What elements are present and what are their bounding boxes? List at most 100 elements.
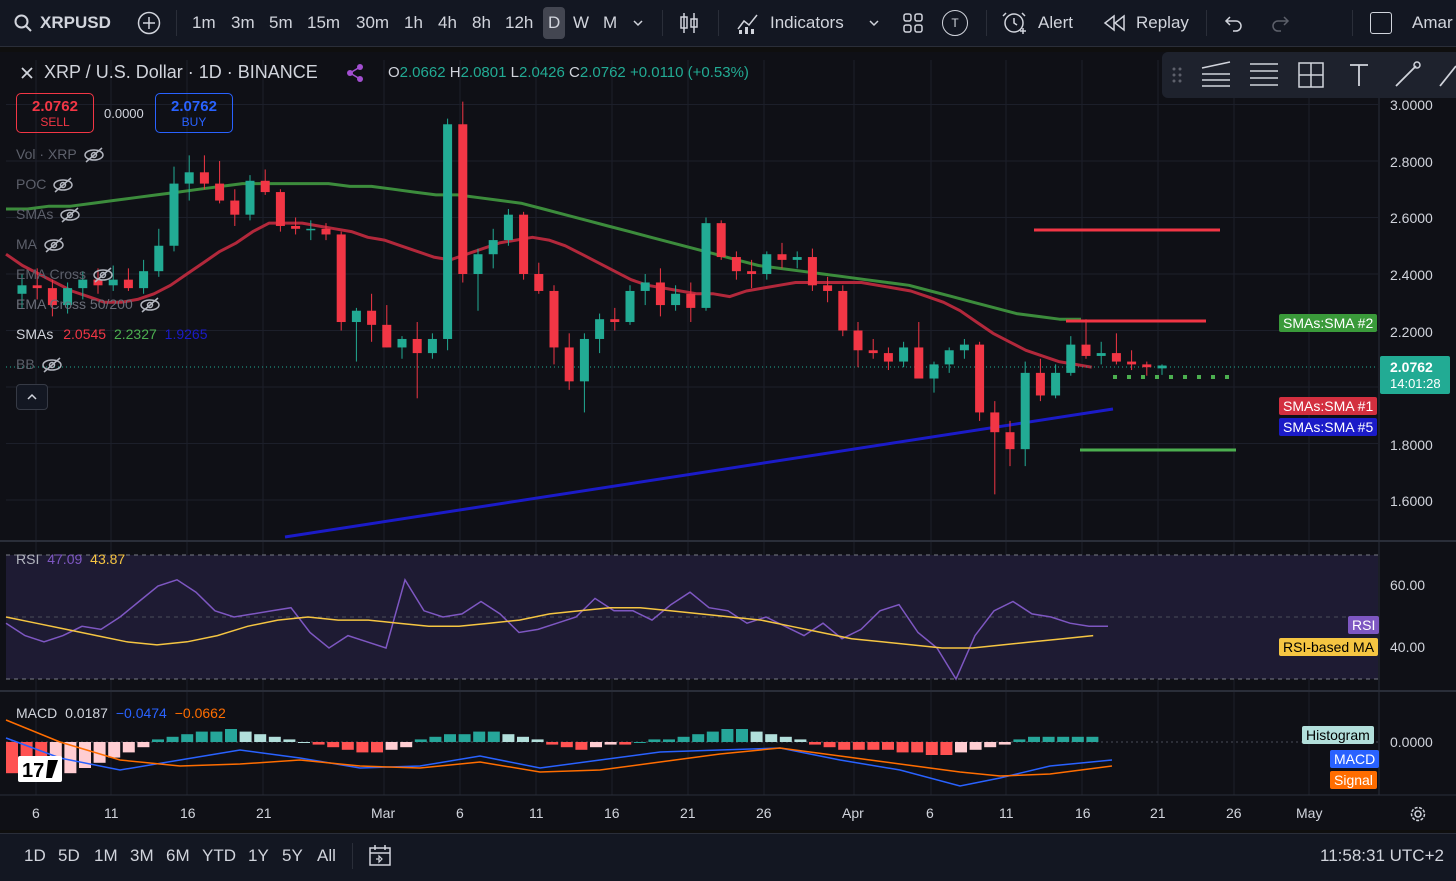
sell-button[interactable]: 2.0762 SELL <box>16 93 94 133</box>
fib-icon[interactable] <box>1248 60 1280 90</box>
eye-hidden-icon[interactable] <box>139 297 161 313</box>
macd-axis-label: 0.0000 <box>1390 734 1433 750</box>
macd-histogram-bar <box>122 742 135 753</box>
close-icon[interactable] <box>20 66 34 80</box>
time-axis-label: 6 <box>32 805 40 821</box>
macd-histogram-bar <box>137 742 150 748</box>
indicator-poc[interactable]: POC <box>16 176 74 193</box>
candle-body <box>534 274 544 291</box>
measure-icon[interactable] <box>1296 60 1326 90</box>
candle-body <box>17 285 27 294</box>
candle-body <box>458 124 468 275</box>
collapse-legend-button[interactable] <box>16 384 48 410</box>
time-axis-label: 21 <box>256 805 272 821</box>
macd-histogram-bar <box>400 742 413 748</box>
range-All[interactable]: All <box>317 834 336 878</box>
tradingview-logo-icon[interactable]: 17 <box>18 756 62 782</box>
rsi-axis-label: 40.00 <box>1390 639 1426 655</box>
candle-body <box>914 347 924 379</box>
change-value: +0.0110 (+0.53%) <box>629 64 749 81</box>
candle-body <box>1081 344 1091 356</box>
share-icon[interactable] <box>345 63 365 83</box>
price-axis-label: 2.6000 <box>1390 210 1433 226</box>
macd-histogram-bar <box>487 731 500 742</box>
range-1D[interactable]: 1D <box>24 834 46 878</box>
indicator-ema-cross[interactable]: EMA Cross <box>16 266 114 283</box>
candle-body <box>1051 372 1061 396</box>
macd-histogram-bar <box>531 739 544 742</box>
indicator-ma[interactable]: MA <box>16 236 65 253</box>
macd-histogram-bar <box>940 742 953 755</box>
range-5Y[interactable]: 5Y <box>282 834 303 878</box>
chart-title[interactable]: XRP / U.S. Dollar · 1D · BINANCE <box>44 62 318 83</box>
indicator-ema-cross-50-200[interactable]: EMA Cross 50/200 <box>16 296 161 313</box>
macd-histogram-bar <box>896 742 909 753</box>
text-tool-icon[interactable] <box>1344 60 1374 90</box>
drawing-toolbar <box>1162 52 1456 98</box>
macd-histogram-bar <box>969 742 982 750</box>
macd-histogram-bar <box>619 742 632 745</box>
range-1M[interactable]: 1M <box>94 834 118 878</box>
range-3M[interactable]: 3M <box>130 834 154 878</box>
eye-hidden-icon[interactable] <box>92 267 114 283</box>
trend-lines-icon[interactable] <box>1200 60 1232 90</box>
sell-price: 2.0762 <box>32 98 78 115</box>
candle-body <box>154 245 164 272</box>
macd-histogram-bar <box>590 742 602 748</box>
indicator-smas-hidden[interactable]: SMAs <box>16 206 81 223</box>
macd-histogram-bar <box>604 742 617 745</box>
open-value: 2.0662 <box>399 64 446 81</box>
macd-histogram-bar <box>998 742 1011 745</box>
candle-body <box>230 200 240 215</box>
candle-body <box>519 214 529 274</box>
macd-histogram-bar <box>1042 736 1055 742</box>
macd-histogram-bar <box>210 731 223 742</box>
eye-hidden-icon[interactable] <box>43 237 65 253</box>
drag-handle-icon[interactable] <box>1172 66 1182 84</box>
settings-gear-icon[interactable] <box>1408 804 1428 824</box>
rsi-ma-value: 43.87 <box>90 551 126 567</box>
date-range-icon[interactable] <box>368 844 392 868</box>
indicator-smas[interactable]: SMAs 2.0545 2.2327 1.9265 <box>16 326 208 342</box>
clock[interactable]: 11:58:31 UTC+2 <box>1320 834 1444 878</box>
candle-body <box>640 282 650 291</box>
macd-histogram-bar <box>882 742 894 750</box>
eye-hidden-icon[interactable] <box>41 357 63 373</box>
macd-histogram-bar <box>1057 736 1070 742</box>
candle-body <box>245 180 255 215</box>
macd-histogram-bar <box>765 734 778 742</box>
eye-hidden-icon[interactable] <box>83 147 105 163</box>
buy-price: 2.0762 <box>171 98 217 115</box>
candle-body <box>367 310 377 325</box>
price-axis-label: 1.8000 <box>1390 437 1433 453</box>
price-axis-label: 1.6000 <box>1390 493 1433 509</box>
indicator-bb[interactable]: BB <box>16 356 63 373</box>
range-YTD[interactable]: YTD <box>202 834 236 878</box>
pencil-icon[interactable] <box>1438 60 1456 90</box>
range-6M[interactable]: 6M <box>166 834 190 878</box>
sma5-line <box>284 407 1114 539</box>
buy-button[interactable]: 2.0762 BUY <box>155 93 233 133</box>
eye-hidden-icon[interactable] <box>59 207 81 223</box>
sma2-value: 2.2327 <box>113 326 157 342</box>
rsi-legend[interactable]: RSI 47.09 43.87 <box>16 551 125 567</box>
macd-histogram-bar <box>925 742 938 755</box>
eye-hidden-icon[interactable] <box>52 177 74 193</box>
time-axis-label: 11 <box>104 805 119 821</box>
candle-body <box>291 225 301 229</box>
candle-body <box>853 330 863 351</box>
macd-legend[interactable]: MACD 0.0187 −0.0474 −0.0662 <box>16 705 226 721</box>
brush-icon[interactable] <box>1392 60 1422 90</box>
time-axis-label: 16 <box>180 805 196 821</box>
macd-histogram-bar <box>181 734 194 742</box>
indicator-vol[interactable]: Vol · XRP <box>16 146 105 163</box>
macd-histogram-bar <box>984 742 997 748</box>
candle-body <box>275 192 285 226</box>
range-1Y[interactable]: 1Y <box>248 834 269 878</box>
macd-histogram-bar <box>677 736 690 742</box>
candle-body <box>139 271 149 289</box>
candle-body <box>427 338 437 354</box>
time-axis-label: 11 <box>999 805 1014 821</box>
macd-tag: MACD <box>1330 750 1380 768</box>
range-5D[interactable]: 5D <box>58 834 80 878</box>
